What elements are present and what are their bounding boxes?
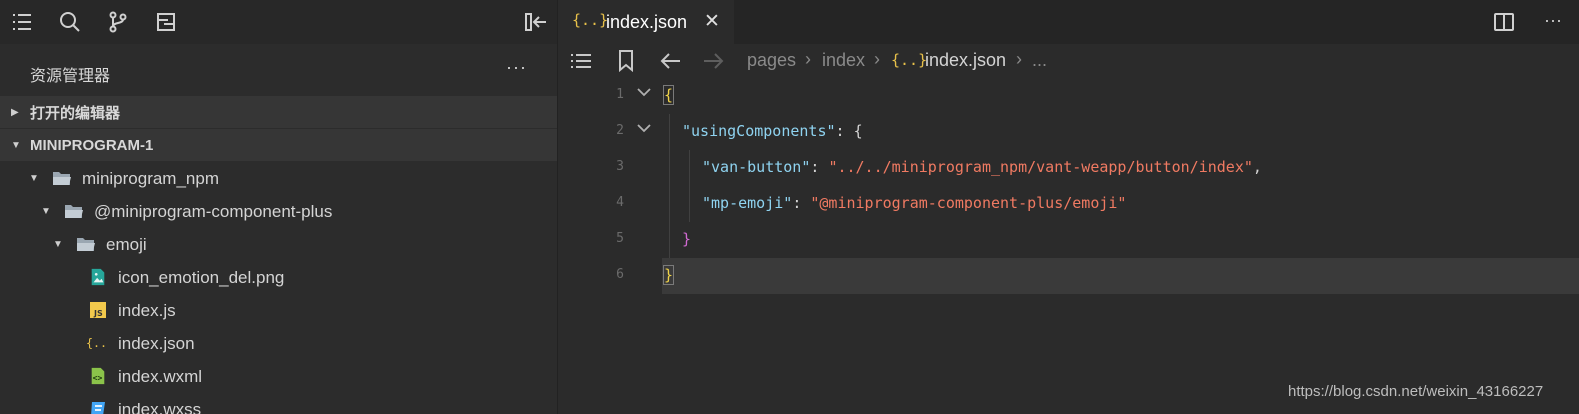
open-editors-label: 打开的编辑器 [30, 104, 121, 122]
forward-arrow-icon[interactable] [702, 50, 724, 72]
tree-item-label: emoji [106, 234, 147, 254]
line-number: 4 [616, 195, 624, 210]
caret-down-icon: ▼ [29, 173, 39, 184]
list-icon[interactable] [10, 10, 34, 34]
more-actions-button[interactable]: ··· [1544, 10, 1562, 31]
breadcrumb-item[interactable]: ... [1032, 50, 1047, 71]
outline-icon[interactable] [570, 50, 592, 72]
chevron-right-icon: › [874, 49, 880, 69]
breadcrumb-item[interactable]: index [822, 50, 865, 71]
tab-bar: {..} index.json ✕ ··· [558, 0, 1579, 44]
tree-item-index-json[interactable]: {..} index.json [0, 327, 557, 360]
json-key: "van-button" [702, 158, 811, 176]
json-key: "mp-emoji" [702, 194, 793, 212]
svg-text:JS: JS [93, 309, 103, 318]
json-file-icon: {..} [86, 336, 106, 350]
js-file-icon: JS [90, 302, 106, 318]
collapse-sidebar-icon[interactable] [524, 10, 548, 34]
explorer-title: 资源管理器 [30, 68, 111, 85]
tab-index-json[interactable]: {..} index.json ✕ [558, 0, 734, 44]
tree-item-label: @miniprogram-component-plus [94, 201, 333, 221]
tree-item-label: index.json [118, 333, 195, 353]
fold-chevron-icon[interactable] [636, 84, 652, 100]
project-label: MINIPROGRAM-1 [30, 136, 154, 154]
folder-open-icon [53, 172, 71, 185]
caret-down-icon: ▼ [11, 139, 21, 151]
activity-bar [0, 0, 557, 44]
code-text: } [682, 230, 692, 248]
svg-text:<>: <> [93, 373, 103, 383]
project-section[interactable]: ▼ MINIPROGRAM-1 [0, 129, 557, 161]
close-icon[interactable]: ✕ [704, 10, 720, 33]
caret-down-icon: ▼ [41, 206, 51, 217]
split-editor-icon[interactable] [1494, 13, 1514, 31]
tree-item-label: icon_emotion_del.png [118, 267, 285, 287]
json-string: "@miniprogram-component-plus/emoji" [810, 194, 1127, 212]
tree-item-miniprogram-npm[interactable]: ▼ miniprogram_npm [0, 162, 557, 195]
code-text: "van-button": "../../miniprogram_npm/van… [702, 158, 1262, 176]
code-line: 1 { [558, 78, 1579, 114]
json-string: "../../miniprogram_npm/vant-weapp/button… [828, 158, 1253, 176]
json-file-icon: {..} [572, 11, 609, 29]
tree-item-label: index.wxml [118, 366, 203, 386]
wxss-file-icon [91, 402, 105, 414]
wxml-file-icon: <> [91, 367, 105, 385]
line-number: 3 [616, 159, 624, 174]
caret-down-icon: ▼ [53, 239, 63, 250]
line-number: 6 [616, 267, 624, 282]
breadcrumb-item[interactable]: pages [747, 50, 796, 71]
folder-open-icon [65, 205, 83, 218]
tree-item-index-wxss[interactable]: index.wxss [0, 393, 557, 414]
caret-right-icon: ▶ [11, 106, 19, 118]
code-editor[interactable]: 1 { 2 "usingComponents": { 3 "van-button… [558, 78, 1579, 414]
code-text: } [662, 265, 675, 285]
explorer-sidebar: 资源管理器 ··· ▶ 打开的编辑器 ▼ MINIPROGRAM-1 ▼ min… [0, 0, 558, 414]
explorer-header: 资源管理器 ··· [0, 44, 557, 96]
json-file-icon: {..} [891, 51, 928, 69]
tree-item-index-js[interactable]: JS index.js [0, 294, 557, 327]
watermark: https://blog.csdn.net/weixin_43166227 [1288, 383, 1544, 400]
code-line: 3 "van-button": "../../miniprogram_npm/v… [558, 150, 1579, 186]
json-punct: , [1252, 158, 1262, 176]
svg-text:{..}: {..} [86, 336, 106, 350]
tree-item-icon-emotion-del[interactable]: icon_emotion_del.png [0, 261, 557, 294]
code-text: "mp-emoji": "@miniprogram-component-plus… [702, 194, 1127, 212]
fold-chevron-icon[interactable] [636, 120, 652, 136]
explorer-more-button[interactable]: ··· [506, 57, 527, 78]
code-line: 6 } [558, 258, 1579, 294]
tree-item-component-plus[interactable]: ▼ @miniprogram-component-plus [0, 195, 557, 228]
code-line: 2 "usingComponents": { [558, 114, 1579, 150]
code-text: "usingComponents": { [682, 122, 863, 140]
tree-item-emoji[interactable]: ▼ emoji [0, 228, 557, 261]
breadcrumb-item[interactable]: index.json [925, 50, 1006, 71]
back-arrow-icon[interactable] [660, 50, 682, 72]
bookmark-icon[interactable] [618, 50, 634, 72]
chevron-right-icon: › [1016, 49, 1022, 69]
code-line: 5 } [558, 222, 1579, 258]
line-number: 5 [616, 231, 624, 246]
json-key: "usingComponents" [682, 122, 836, 140]
breadcrumb: pages › index › {..} index.json › ... [558, 44, 1579, 78]
code-line: 4 "mp-emoji": "@miniprogram-component-pl… [558, 186, 1579, 222]
line-number: 1 [616, 87, 624, 102]
code-text: { [662, 85, 675, 105]
open-editors-section[interactable]: ▶ 打开的编辑器 [0, 96, 557, 128]
tree-item-label: miniprogram_npm [82, 168, 219, 188]
chevron-right-icon: › [805, 49, 811, 69]
tab-label: index.json [606, 12, 688, 32]
source-control-icon[interactable] [106, 10, 130, 34]
editor-area: {..} index.json ✕ ··· pages › index › {.… [558, 0, 1579, 414]
tree-item-label: index.js [118, 300, 176, 320]
line-number: 2 [616, 123, 624, 138]
folder-open-icon [77, 238, 95, 251]
image-file-icon [91, 268, 105, 286]
tree-item-label: index.wxss [118, 399, 202, 414]
debug-icon[interactable] [154, 10, 178, 34]
json-punct: : { [835, 122, 863, 140]
tree-item-index-wxml[interactable]: <> index.wxml [0, 360, 557, 393]
search-icon[interactable] [58, 10, 82, 34]
